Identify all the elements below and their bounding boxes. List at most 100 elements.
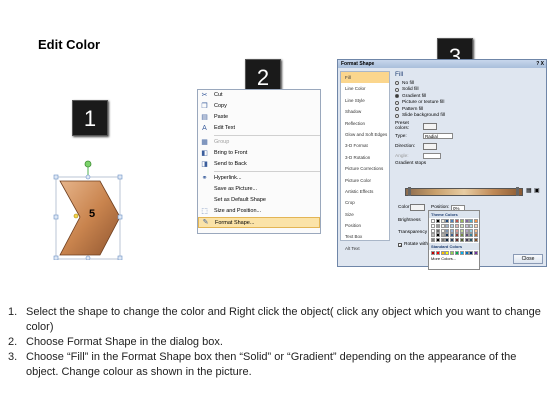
- theme-color-swatch[interactable]: [431, 219, 435, 223]
- menu-item-set-default-shape[interactable]: Set as Default Shape: [198, 195, 320, 206]
- theme-color-swatch[interactable]: [454, 219, 459, 223]
- menu-item-send-to-back[interactable]: ◨ Send to Back: [198, 159, 320, 170]
- category-glow[interactable]: Glow and Soft Edges: [341, 129, 389, 140]
- theme-color-swatch[interactable]: [454, 238, 459, 243]
- standard-color-swatch[interactable]: [440, 251, 445, 256]
- theme-color-swatch[interactable]: [440, 238, 445, 243]
- more-colors-item[interactable]: More Colors...: [429, 256, 479, 261]
- category-fill[interactable]: Fill: [341, 72, 389, 84]
- theme-color-swatch[interactable]: [445, 228, 450, 233]
- selected-chevron-shape[interactable]: 5: [52, 160, 126, 261]
- add-stop-icon[interactable]: ▦: [526, 187, 532, 194]
- theme-color-swatch[interactable]: [435, 223, 440, 228]
- theme-color-swatch[interactable]: [474, 219, 479, 223]
- theme-color-swatch[interactable]: [450, 238, 455, 243]
- gradient-stop-handle[interactable]: [516, 187, 519, 196]
- theme-color-swatch[interactable]: [435, 219, 440, 223]
- category-shadow[interactable]: Shadow: [341, 106, 389, 117]
- menu-item-edit-text[interactable]: A Edit Text: [198, 123, 320, 134]
- radio-slide-background-fill[interactable]: Slide background fill: [395, 113, 545, 120]
- theme-color-swatch[interactable]: [469, 228, 474, 233]
- dialog-window-controls[interactable]: ? X: [536, 60, 544, 68]
- category-artistic-effects[interactable]: Artistic Effects: [341, 186, 389, 197]
- theme-color-swatch[interactable]: [445, 223, 450, 228]
- theme-color-swatch[interactable]: [435, 238, 440, 243]
- theme-color-swatch[interactable]: [469, 233, 474, 238]
- theme-color-swatch[interactable]: [450, 223, 455, 228]
- theme-color-swatch[interactable]: [459, 233, 464, 238]
- preset-colors-button[interactable]: [423, 122, 437, 130]
- standard-color-swatch[interactable]: [464, 251, 469, 256]
- standard-color-swatch[interactable]: [450, 251, 455, 256]
- theme-color-swatch[interactable]: [464, 238, 469, 243]
- menu-item-paste[interactable]: ▤ Paste: [198, 112, 320, 123]
- theme-color-swatch[interactable]: [435, 233, 440, 238]
- category-text-box[interactable]: Text Box: [341, 231, 389, 242]
- theme-color-swatch[interactable]: [435, 228, 440, 233]
- category-line-style[interactable]: Line Style: [341, 95, 389, 106]
- theme-color-swatch[interactable]: [454, 223, 459, 228]
- theme-color-swatch[interactable]: [464, 219, 469, 223]
- standard-color-swatch[interactable]: [459, 251, 464, 256]
- theme-color-swatch[interactable]: [474, 228, 479, 233]
- menu-item-bring-to-front[interactable]: ◧ Bring to Front: [198, 148, 320, 159]
- menu-item-copy[interactable]: ❐ Copy: [198, 101, 320, 112]
- theme-color-swatch[interactable]: [474, 223, 479, 228]
- theme-color-swatch[interactable]: [445, 219, 450, 223]
- theme-color-swatch[interactable]: [464, 228, 469, 233]
- theme-color-swatch[interactable]: [450, 219, 455, 223]
- theme-color-swatch[interactable]: [459, 223, 464, 228]
- gradient-stop-handle[interactable]: [408, 187, 411, 196]
- theme-color-swatch[interactable]: [431, 233, 435, 238]
- theme-color-swatch[interactable]: [440, 219, 445, 223]
- theme-color-swatch[interactable]: [440, 228, 445, 233]
- theme-color-swatch[interactable]: [431, 238, 435, 243]
- theme-color-swatch[interactable]: [445, 233, 450, 238]
- theme-color-swatch[interactable]: [440, 233, 445, 238]
- standard-color-swatch[interactable]: [474, 251, 479, 256]
- category-3d-format[interactable]: 3-D Format: [341, 140, 389, 151]
- theme-color-swatch[interactable]: [445, 238, 450, 243]
- category-line-color[interactable]: Line Color: [341, 83, 389, 94]
- menu-item-cut[interactable]: ✂ Cut: [198, 90, 320, 101]
- theme-color-swatch[interactable]: [454, 233, 459, 238]
- category-picture-corrections[interactable]: Picture Corrections: [341, 163, 389, 174]
- angle-input[interactable]: [423, 153, 441, 159]
- theme-color-swatch[interactable]: [450, 228, 455, 233]
- theme-color-swatch[interactable]: [459, 228, 464, 233]
- close-button[interactable]: Close: [513, 254, 543, 264]
- standard-color-swatch[interactable]: [431, 251, 435, 256]
- theme-color-swatch[interactable]: [474, 238, 479, 243]
- direction-button[interactable]: [423, 142, 437, 150]
- theme-color-swatch[interactable]: [454, 228, 459, 233]
- category-picture-color[interactable]: Picture Color: [341, 175, 389, 186]
- theme-color-swatch[interactable]: [464, 233, 469, 238]
- menu-item-hyperlink[interactable]: ⚭ Hyperlink...: [198, 173, 320, 184]
- theme-color-swatch[interactable]: [469, 223, 474, 228]
- category-3d-rotation[interactable]: 3-D Rotation: [341, 152, 389, 163]
- category-alt-text[interactable]: Alt Text: [341, 243, 389, 254]
- theme-color-swatch[interactable]: [459, 219, 464, 223]
- category-size[interactable]: Size: [341, 209, 389, 220]
- type-select[interactable]: Radial: [423, 133, 453, 139]
- theme-color-swatch[interactable]: [469, 219, 474, 223]
- theme-color-swatch[interactable]: [431, 223, 435, 228]
- category-position[interactable]: Position: [341, 220, 389, 231]
- standard-color-swatch[interactable]: [454, 251, 459, 256]
- theme-color-swatch[interactable]: [440, 223, 445, 228]
- category-crop[interactable]: Crop: [341, 197, 389, 208]
- remove-stop-icon[interactable]: ▣: [534, 187, 540, 194]
- category-reflection[interactable]: Reflection: [341, 118, 389, 129]
- menu-item-save-as-picture[interactable]: Save as Picture...: [198, 184, 320, 195]
- color-picker-button[interactable]: [410, 204, 425, 211]
- theme-color-swatch[interactable]: [450, 233, 455, 238]
- gradient-stops-bar[interactable]: [405, 188, 523, 196]
- theme-color-swatch[interactable]: [431, 228, 435, 233]
- standard-color-swatch[interactable]: [445, 251, 450, 256]
- theme-color-swatch[interactable]: [469, 238, 474, 243]
- standard-color-swatch[interactable]: [435, 251, 440, 256]
- theme-color-swatch[interactable]: [464, 223, 469, 228]
- rotate-checkbox[interactable]: ✓: [398, 242, 402, 247]
- menu-item-format-shape[interactable]: ✎ Format Shape...: [198, 217, 320, 228]
- menu-item-group[interactable]: ▦ Group: [198, 137, 320, 148]
